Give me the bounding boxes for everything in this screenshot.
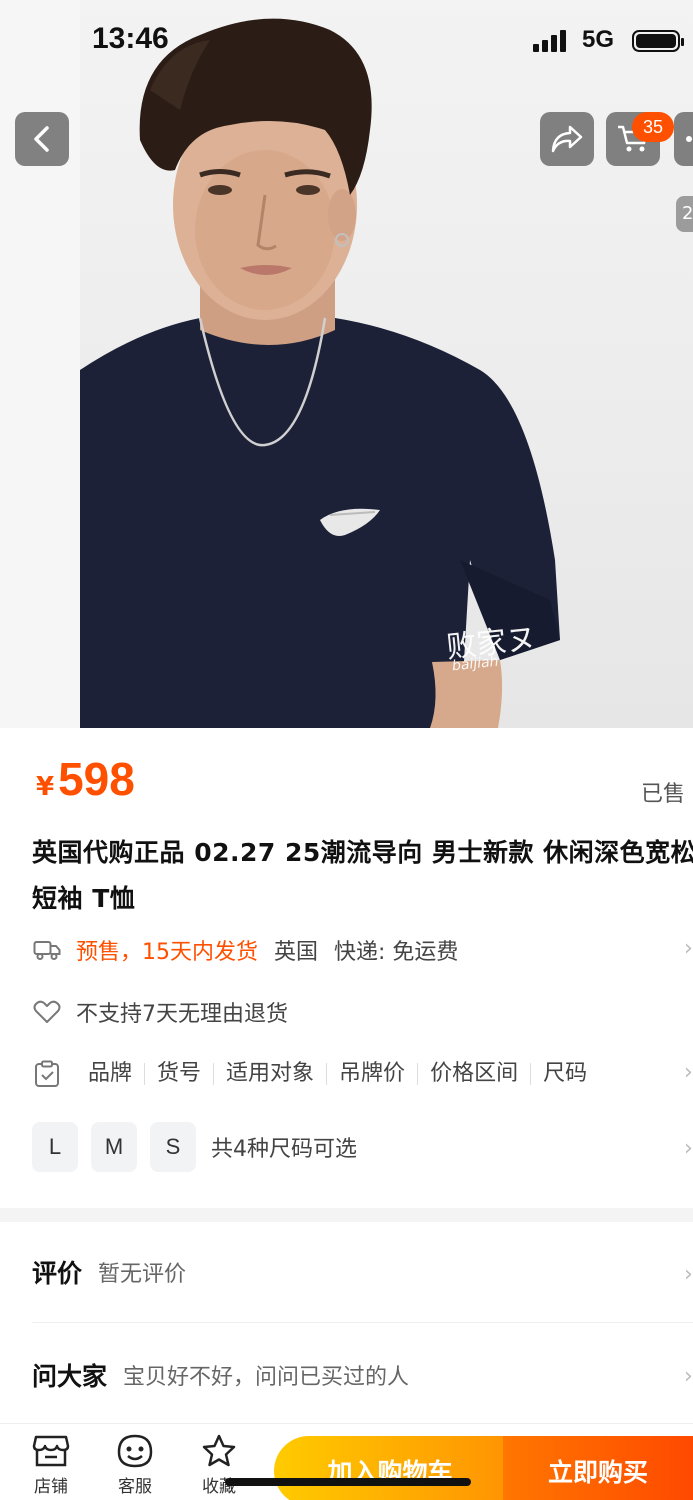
return-policy-row[interactable]: 不支持7天无理由退货 <box>32 992 288 1032</box>
image-counter: 2 <box>676 196 693 232</box>
param-price-range: 价格区间 <box>418 1063 532 1085</box>
param-item-no: 货号 <box>145 1063 215 1085</box>
service-tab[interactable]: 客服 <box>108 1434 162 1497</box>
more-button[interactable] <box>674 112 693 166</box>
service-label: 客服 <box>118 1477 152 1497</box>
delivery-text: 快递: 免运费 <box>334 940 459 965</box>
chevron-right-icon: › <box>684 936 693 961</box>
chevron-right-icon: › <box>684 1364 693 1389</box>
reviews-section[interactable]: 评价 暂无评价 <box>0 1222 693 1322</box>
cart-count-badge: 35 <box>632 112 674 142</box>
sold-label: 已售 <box>641 782 686 807</box>
product-title: 英国代购正品 02.27 25潮流导向 男士新款 休闲深色宽松短袖 T恤 <box>32 838 693 913</box>
section-gap <box>0 1208 693 1222</box>
size-selector[interactable]: L M S 共4种尺码可选 <box>32 1122 357 1172</box>
more-icon <box>686 136 692 142</box>
ask-section[interactable]: 问大家 宝贝好不好，问问已买过的人 <box>0 1323 693 1423</box>
share-icon <box>551 125 583 153</box>
store-label: 店铺 <box>34 1477 68 1497</box>
heart-icon <box>32 997 62 1027</box>
size-option-l[interactable]: L <box>32 1122 78 1172</box>
shipping-row[interactable]: 预售，15天内发货 英国 快递: 免运费 <box>32 930 458 970</box>
product-photo <box>80 18 560 728</box>
store-tab[interactable]: 店铺 <box>24 1434 78 1497</box>
return-policy-text: 不支持7天无理由退货 <box>76 1002 288 1027</box>
truck-icon <box>32 935 62 965</box>
signal-icon <box>533 30 567 52</box>
status-bar: 13:46 5G <box>0 0 693 80</box>
chevron-right-icon: › <box>684 1136 693 1161</box>
clipboard-icon <box>32 1059 62 1089</box>
back-button[interactable] <box>15 112 69 166</box>
ask-subtitle: 宝贝好不好，问问已买过的人 <box>123 1365 410 1390</box>
gallery-edge <box>0 0 80 728</box>
param-tag-price: 吊牌价 <box>327 1063 419 1085</box>
product-image-gallery[interactable]: 败家ヌ baijiah <box>0 0 693 728</box>
status-time: 13:46 <box>92 22 169 55</box>
bottom-action-bar: 店铺 客服 收藏 加入购物车 立即购买 <box>0 1423 693 1500</box>
add-to-cart-button[interactable]: 加入购物车 <box>274 1436 506 1500</box>
size-count-text: 共4种尺码可选 <box>211 1137 357 1162</box>
reviews-title: 评价 <box>32 1259 83 1288</box>
size-option-s[interactable]: S <box>150 1122 196 1172</box>
presale-text: 预售，15天内发货 <box>76 940 258 965</box>
chevron-left-icon <box>34 126 49 152</box>
price-value: 598 <box>58 753 135 805</box>
param-brand: 品牌 <box>76 1063 146 1085</box>
favorite-tab[interactable]: 收藏 <box>192 1434 246 1497</box>
param-size: 尺码 <box>543 1061 588 1086</box>
battery-icon <box>632 30 684 52</box>
reviews-subtitle: 暂无评价 <box>98 1262 187 1287</box>
chevron-right-icon: › <box>684 1262 693 1287</box>
size-option-m[interactable]: M <box>91 1122 137 1172</box>
params-row[interactable]: 品牌 货号 适用对象 吊牌价 价格区间 尺码 <box>32 1054 599 1094</box>
store-icon <box>32 1435 70 1467</box>
chevron-right-icon: › <box>684 1060 693 1085</box>
currency-symbol: ¥ <box>36 772 55 802</box>
origin-text: 英国 <box>274 940 319 965</box>
share-button[interactable] <box>540 112 594 166</box>
param-audience: 适用对象 <box>214 1063 328 1085</box>
ask-title: 问大家 <box>32 1362 108 1391</box>
home-indicator <box>225 1478 471 1486</box>
price: ¥ 598 <box>36 752 135 806</box>
smiley-service-icon <box>117 1434 153 1468</box>
star-icon <box>202 1434 236 1467</box>
buy-now-button[interactable]: 立即购买 <box>503 1436 693 1500</box>
network-type: 5G <box>582 26 615 53</box>
